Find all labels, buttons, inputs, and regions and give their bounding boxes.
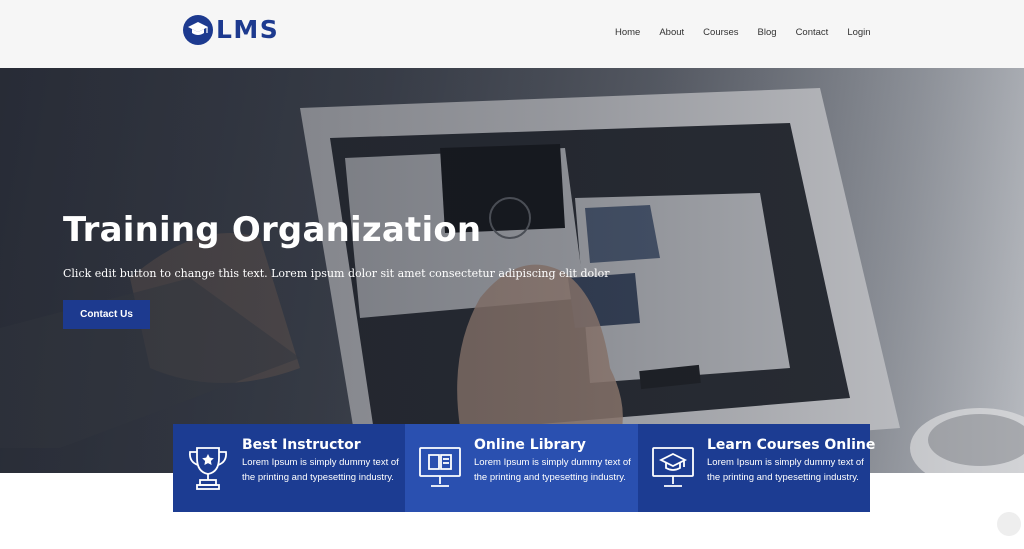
site-logo[interactable]: LMS bbox=[183, 14, 279, 46]
nav-blog[interactable]: Blog bbox=[758, 27, 777, 39]
scroll-to-top-button[interactable] bbox=[997, 512, 1021, 536]
contact-us-button[interactable]: Contact Us bbox=[63, 300, 150, 329]
nav-contact[interactable]: Contact bbox=[796, 27, 829, 39]
nav-home[interactable]: Home bbox=[615, 27, 640, 39]
trophy-icon bbox=[189, 447, 227, 490]
feature-text: Lorem Ipsum is simply dummy text of the … bbox=[474, 457, 631, 483]
logo-text: LMS bbox=[216, 15, 280, 44]
nav-login[interactable]: Login bbox=[847, 27, 870, 39]
nav-courses[interactable]: Courses bbox=[703, 27, 738, 39]
graduation-cap-logo-icon bbox=[183, 15, 213, 45]
feature-online-library: Online Library Lorem Ipsum is simply dum… bbox=[405, 424, 638, 512]
feature-text: Lorem Ipsum is simply dummy text of the … bbox=[707, 457, 864, 483]
hero-section: Training Organization Click edit button … bbox=[0, 68, 1024, 473]
feature-title: Learn Courses Online bbox=[707, 437, 876, 453]
feature-learn-courses-online: Learn Courses Online Lorem Ipsum is simp… bbox=[638, 424, 875, 512]
hero-title: Training Organization bbox=[63, 210, 482, 250]
nav-about[interactable]: About bbox=[659, 27, 684, 39]
site-header: LMS Home About Courses Blog Contact Logi… bbox=[0, 0, 1024, 68]
feature-title: Best Instructor bbox=[242, 437, 361, 453]
feature-strip: Best Instructor Lorem Ipsum is simply du… bbox=[173, 424, 875, 512]
feature-text: Lorem Ipsum is simply dummy text of the … bbox=[242, 457, 399, 483]
monitor-book-icon bbox=[419, 447, 461, 487]
feature-title: Online Library bbox=[474, 437, 586, 453]
hero-subtitle: Click edit button to change this text. L… bbox=[63, 267, 610, 280]
feature-best-instructor: Best Instructor Lorem Ipsum is simply du… bbox=[173, 424, 405, 512]
monitor-graduation-cap-icon bbox=[652, 447, 694, 487]
main-nav: Home About Courses Blog Contact Login bbox=[615, 27, 890, 39]
